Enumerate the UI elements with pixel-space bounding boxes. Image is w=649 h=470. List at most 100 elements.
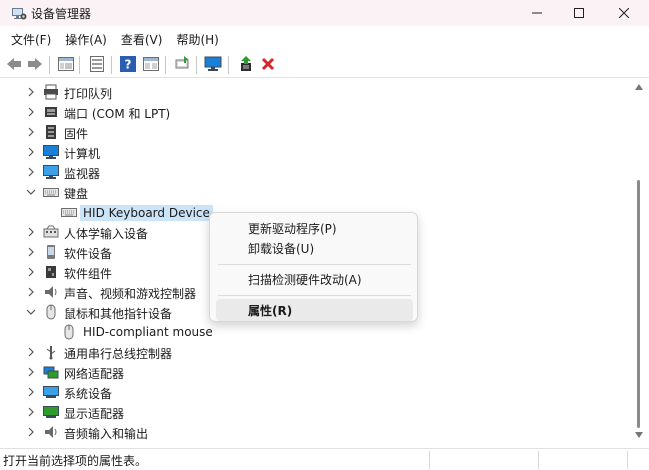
context-separator bbox=[218, 295, 411, 296]
close-button[interactable] bbox=[601, 0, 647, 26]
back-button[interactable] bbox=[5, 55, 23, 73]
status-separator bbox=[429, 451, 430, 469]
close-icon bbox=[619, 8, 629, 18]
tree-item-label: 软件组件 bbox=[64, 267, 113, 281]
title-bar: 设备管理器 bbox=[0, 0, 649, 26]
chevron-right-icon[interactable] bbox=[26, 387, 36, 397]
scroll-down-icon[interactable] bbox=[635, 432, 643, 438]
tree-item-label: 固件 bbox=[64, 127, 89, 141]
tree-category-item[interactable]: 显示适配器 bbox=[2, 402, 630, 422]
show-hide-button[interactable] bbox=[88, 55, 106, 73]
menu-file[interactable]: 文件(F) bbox=[4, 29, 58, 51]
monitor-icon bbox=[204, 56, 222, 71]
chevron-down-icon[interactable] bbox=[26, 307, 36, 317]
menu-view[interactable]: 查看(V) bbox=[114, 29, 170, 51]
chevron-down-icon[interactable] bbox=[26, 187, 36, 197]
printer-icon bbox=[44, 84, 58, 100]
forward-button[interactable] bbox=[26, 55, 44, 73]
chevron-right-icon[interactable] bbox=[26, 87, 36, 97]
context-properties[interactable]: 属性(R) bbox=[216, 299, 413, 321]
tree-item-label: HID-compliant mouse bbox=[83, 325, 213, 339]
firmware-icon bbox=[46, 125, 56, 139]
tree-category-item[interactable]: 打印队列 bbox=[2, 82, 630, 102]
tree-category-item[interactable]: 计算机 bbox=[2, 142, 630, 162]
chevron-right-icon[interactable] bbox=[26, 287, 36, 297]
maximize-button[interactable] bbox=[556, 0, 602, 26]
toolbar-separator bbox=[165, 56, 166, 74]
chevron-right-icon[interactable] bbox=[26, 267, 36, 277]
context-uninstall-device[interactable]: 卸载设备(U) bbox=[216, 237, 413, 259]
chevron-right-icon[interactable] bbox=[26, 367, 36, 377]
tree-category-item[interactable]: 固件 bbox=[2, 122, 630, 142]
toolbar: ? bbox=[0, 52, 649, 78]
status-bar: 打开当前选择项的属性表。 bbox=[0, 448, 649, 470]
update-driver-button[interactable] bbox=[237, 55, 255, 73]
monitor-icon bbox=[43, 165, 59, 179]
toolbar-separator bbox=[228, 56, 229, 74]
monitor-button[interactable] bbox=[204, 55, 222, 73]
uninstall-device-button[interactable] bbox=[259, 55, 277, 73]
tree-item-label: 计算机 bbox=[64, 147, 101, 161]
tree-category-item[interactable]: 键盘 bbox=[2, 182, 630, 202]
scroll-thumb[interactable] bbox=[637, 180, 640, 428]
status-separator bbox=[538, 451, 539, 469]
keyboard-icon bbox=[43, 188, 59, 197]
tree-category-item[interactable]: 通用串行总线控制器 bbox=[2, 342, 630, 362]
chevron-right-icon[interactable] bbox=[26, 227, 36, 237]
tree-item-label: 音频输入和输出 bbox=[64, 427, 149, 441]
tree-device-item[interactable]: HID-compliant mouse bbox=[2, 322, 630, 342]
display-adapter-icon bbox=[43, 406, 59, 418]
context-update-driver[interactable]: 更新驱动程序(P) bbox=[216, 217, 413, 239]
audio-icon bbox=[45, 426, 57, 438]
context-item-label: 卸载设备(U) bbox=[248, 242, 315, 256]
chevron-right-icon[interactable] bbox=[26, 247, 36, 257]
tree-item-label: 监视器 bbox=[64, 167, 101, 181]
chevron-right-icon[interactable] bbox=[26, 127, 36, 137]
keyboard-icon bbox=[61, 208, 77, 217]
tree-item-label: 系统设备 bbox=[64, 387, 113, 401]
chevron-right-icon[interactable] bbox=[26, 407, 36, 417]
tree-category-item[interactable]: 系统设备 bbox=[2, 382, 630, 402]
tree-category-item[interactable]: 端口 (COM 和 LPT) bbox=[2, 102, 630, 122]
chevron-right-icon[interactable] bbox=[26, 107, 36, 117]
software-component-icon bbox=[46, 266, 56, 278]
uninstall-icon bbox=[261, 57, 275, 71]
window-title: 设备管理器 bbox=[31, 7, 92, 21]
scroll-up-icon[interactable] bbox=[635, 84, 643, 90]
context-scan-hardware[interactable]: 扫描检测硬件改动(A) bbox=[216, 268, 413, 290]
tree-item-label: 键盘 bbox=[64, 187, 89, 201]
minimize-icon bbox=[532, 12, 542, 14]
menu-help[interactable]: 帮助(H) bbox=[169, 29, 225, 51]
toolbar-separator bbox=[111, 56, 112, 74]
tree-category-item[interactable]: 音频输入和输出 bbox=[2, 422, 630, 442]
menu-action[interactable]: 操作(A) bbox=[58, 29, 114, 51]
properties-pane-icon bbox=[58, 57, 74, 71]
scan-icon bbox=[175, 56, 189, 69]
help-button[interactable]: ? bbox=[119, 55, 137, 73]
console-tree-button[interactable] bbox=[57, 55, 75, 73]
view-button[interactable] bbox=[142, 55, 160, 73]
chevron-right-icon[interactable] bbox=[26, 147, 36, 157]
mouse-icon bbox=[46, 304, 56, 320]
back-icon bbox=[7, 58, 21, 70]
maximize-icon bbox=[574, 8, 584, 18]
computer-icon bbox=[43, 145, 59, 159]
toolbar-separator bbox=[196, 56, 197, 74]
chevron-right-icon[interactable] bbox=[26, 347, 36, 357]
toolbar-separator bbox=[79, 56, 80, 74]
tree-category-item[interactable]: 监视器 bbox=[2, 162, 630, 182]
tree-item-label: 声音、视频和游戏控制器 bbox=[64, 287, 197, 301]
scan-hardware-button[interactable] bbox=[173, 55, 191, 73]
chevron-right-icon[interactable] bbox=[26, 167, 36, 177]
help-icon: ? bbox=[120, 56, 136, 72]
vertical-scrollbar[interactable] bbox=[632, 80, 647, 443]
minimize-button[interactable] bbox=[514, 0, 560, 26]
tree-item-label: 人体学输入设备 bbox=[64, 227, 149, 241]
context-item-label: 更新驱动程序(P) bbox=[248, 222, 337, 236]
system-device-icon bbox=[43, 386, 59, 398]
menu-bar: 文件(F) 操作(A) 查看(V) 帮助(H) bbox=[0, 28, 649, 52]
port-icon bbox=[45, 107, 57, 117]
tree-category-item[interactable]: 网络适配器 bbox=[2, 362, 630, 382]
chevron-right-icon[interactable] bbox=[26, 427, 36, 437]
hid-icon bbox=[43, 225, 59, 238]
